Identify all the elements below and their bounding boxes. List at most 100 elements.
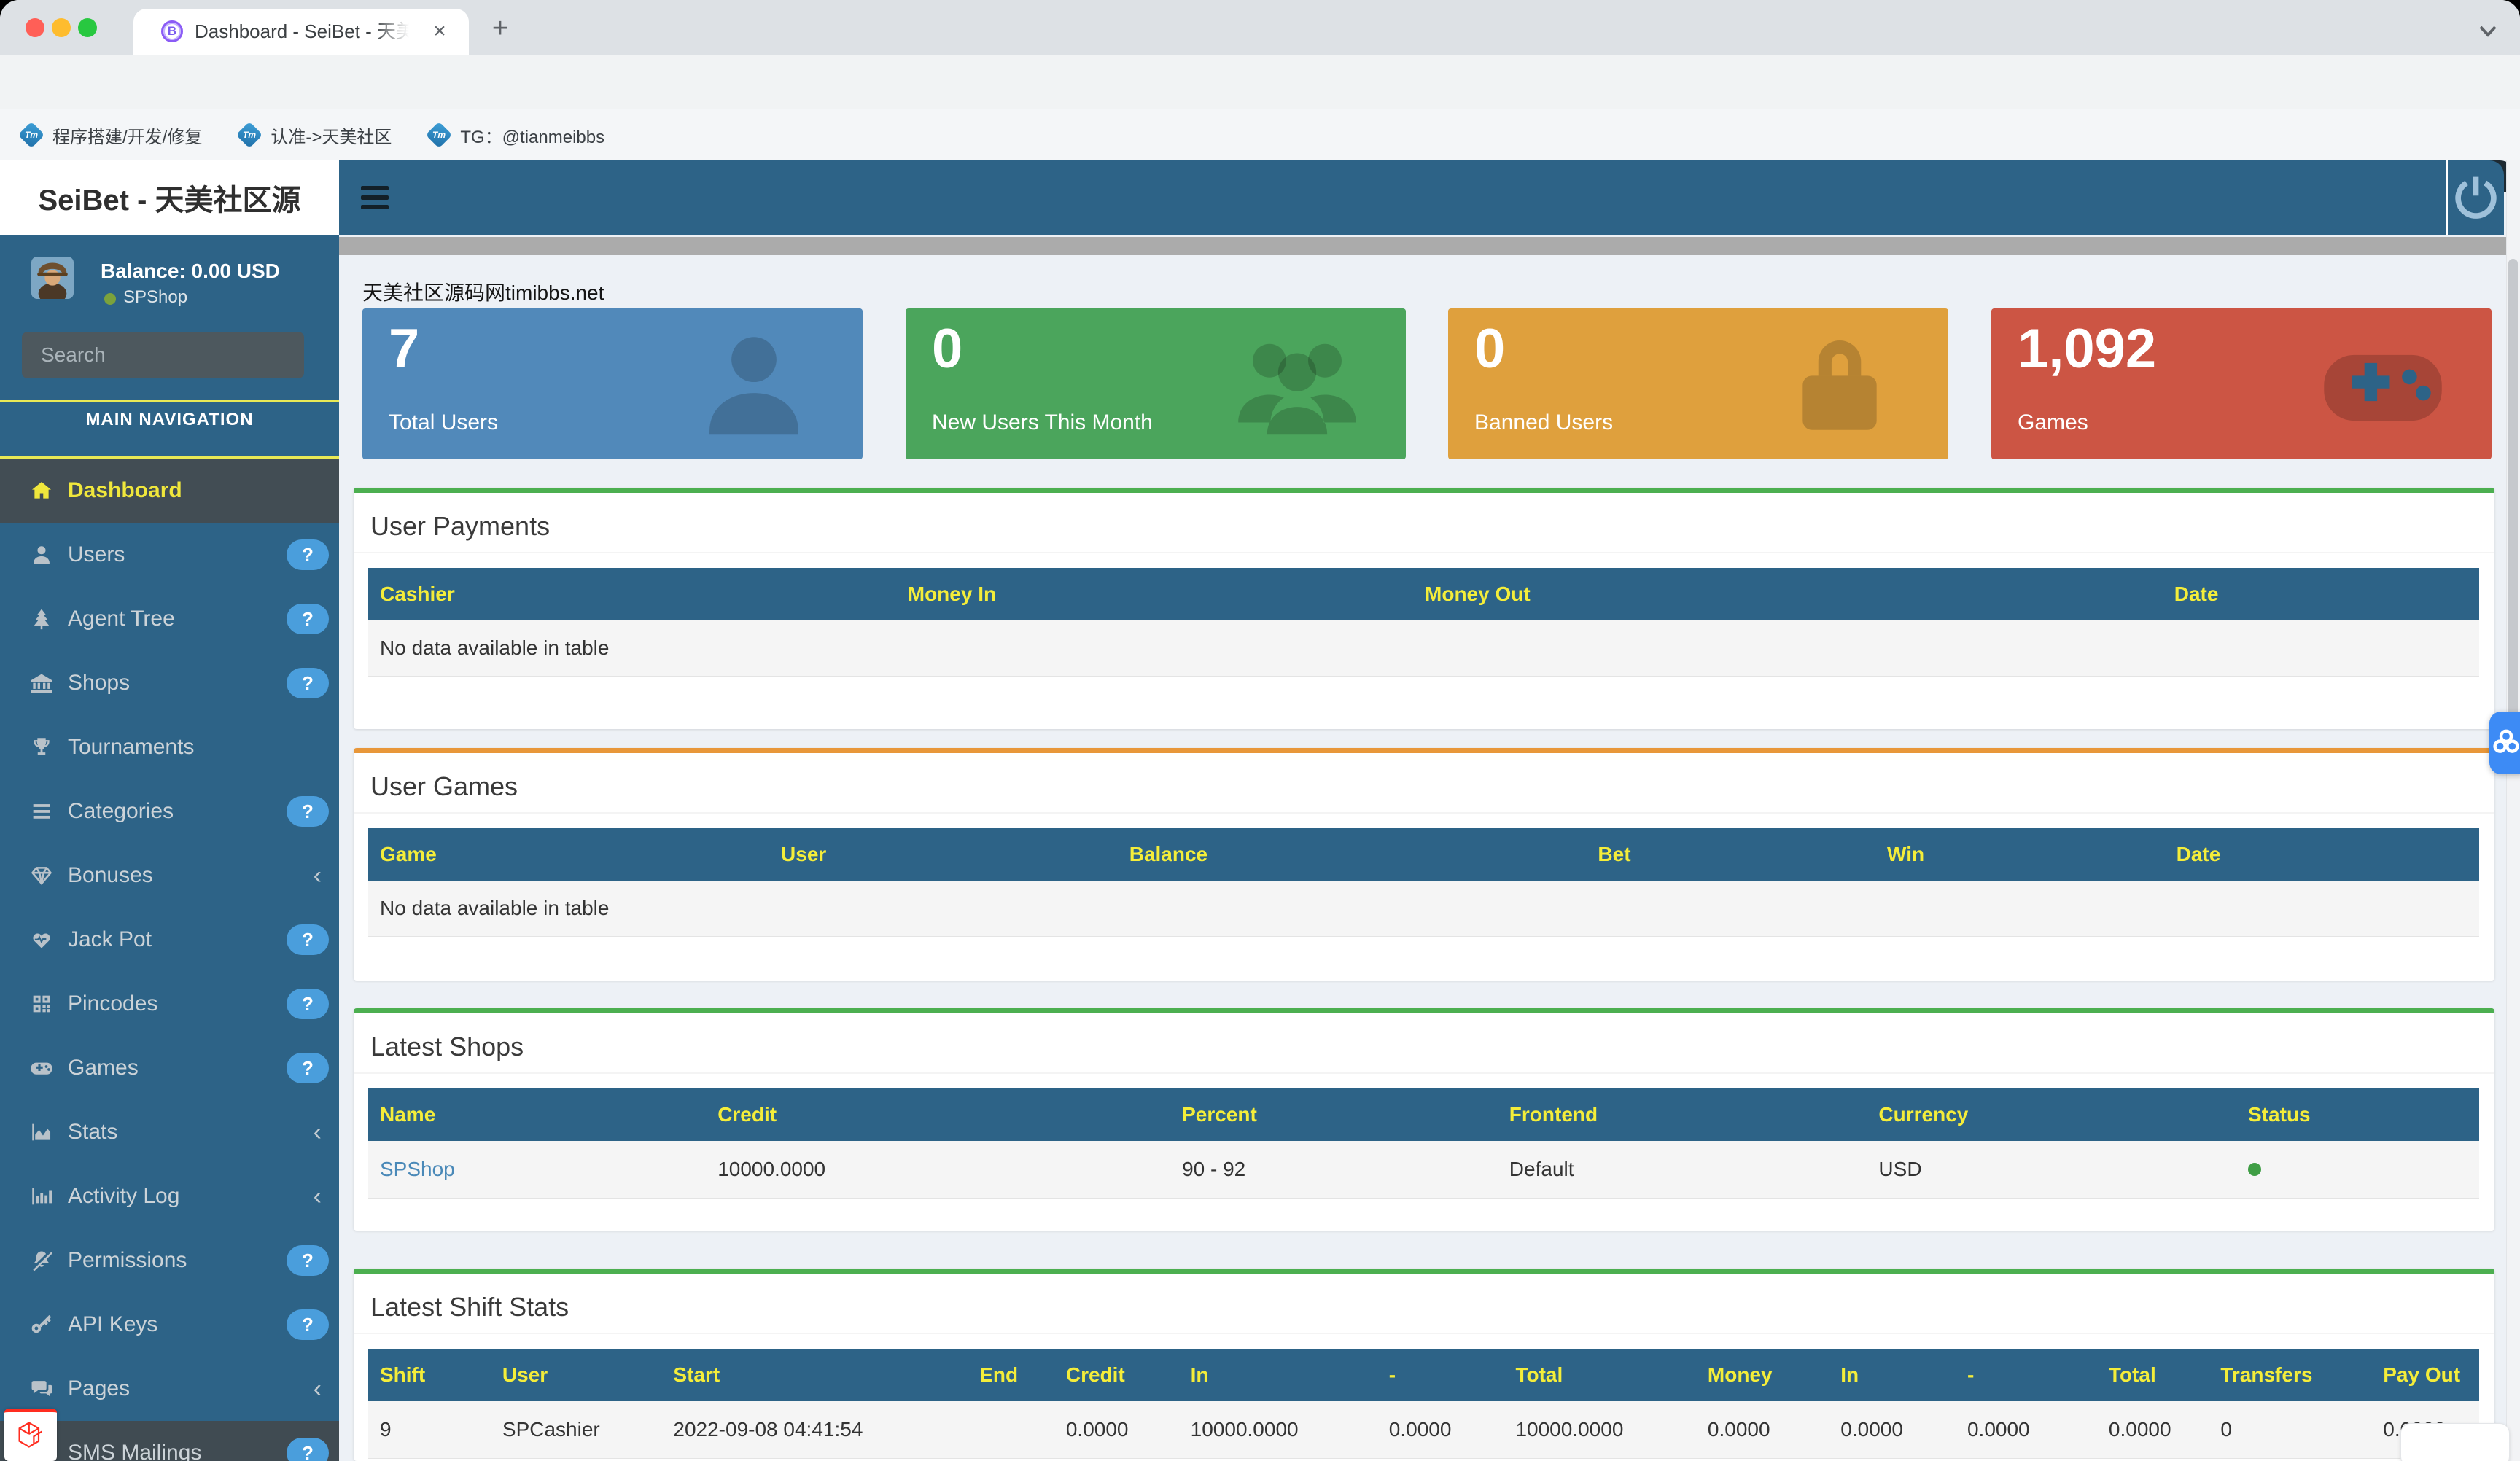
column-header: Pay Out — [2371, 1349, 2479, 1401]
panel-user-payments: User Payments CashierMoney InMoney OutDa… — [354, 488, 2494, 729]
help-badge[interactable]: ? — [287, 539, 329, 570]
shop-name-link[interactable]: SPShop — [380, 1158, 455, 1180]
sidebar-item[interactable]: Categories ? — [0, 779, 339, 844]
tab-close-icon[interactable]: × — [427, 19, 453, 45]
sidebar-item-icon — [29, 1056, 54, 1080]
sidebar-item-label: Pincodes — [68, 991, 158, 1016]
sidebar-item-icon — [29, 478, 54, 503]
sidebar-item-icon — [29, 1376, 54, 1401]
stat-value: 1,092 — [2018, 317, 2156, 381]
help-badge[interactable]: ? — [287, 1053, 329, 1083]
browser-tab[interactable]: B Dashboard - SeiBet - 天美社区 × — [133, 9, 469, 55]
shift-total: 10000.0000 — [1504, 1401, 1695, 1458]
status-dot — [2248, 1163, 2261, 1176]
sidebar-item[interactable]: Activity Log ‹ — [0, 1164, 339, 1228]
close-window-button[interactable] — [26, 18, 44, 37]
bookmarks-bar: Tm 程序搭建/开发/修复 Tm 认准->天美社区 Tm TG：@tianmei… — [0, 109, 2520, 160]
panel-title: User Games — [370, 771, 518, 802]
table-header-row: ShiftUserStartEndCreditIn-TotalMoneyIn-T… — [368, 1349, 2479, 1401]
help-badge[interactable]: ? — [287, 668, 329, 698]
floating-widget[interactable] — [2400, 1423, 2510, 1461]
sidebar-item[interactable]: Users ? — [0, 523, 339, 587]
sidebar-item-icon — [29, 991, 54, 1016]
tab-search-chevron-icon[interactable] — [2473, 16, 2502, 45]
sidebar-item-icon — [29, 735, 54, 760]
bookmark-item[interactable]: Tm 认准->天美社区 — [240, 122, 392, 148]
sidebar-item[interactable]: Jack Pot ? — [0, 908, 339, 972]
sidebar-item[interactable]: Agent Tree ? — [0, 587, 339, 651]
browser-toolbar: https://seibet.timibbs.vip/backend — [0, 55, 2520, 109]
column-header: Credit — [706, 1088, 1170, 1141]
help-badge[interactable]: ‹ — [314, 1120, 322, 1145]
bookmark-label: 程序搭建/开发/修复 — [52, 122, 202, 148]
help-badge[interactable]: ‹ — [314, 1184, 322, 1209]
shift-transfers: 0 — [2209, 1401, 2371, 1458]
logout-button[interactable] — [2448, 160, 2504, 235]
netdisk-extension-button[interactable] — [2489, 712, 2520, 774]
stat-label: Games — [2018, 410, 2088, 435]
sidebar-item[interactable]: Pincodes ? — [0, 972, 339, 1036]
stat-card-games: 1,092 Games — [1991, 308, 2492, 459]
column-header: Money — [1696, 1349, 1829, 1401]
stat-card-new-users: 0 New Users This Month — [906, 308, 1406, 459]
sidebar-item[interactable]: Stats ‹ — [0, 1100, 339, 1164]
column-header: Percent — [1170, 1088, 1498, 1141]
column-header: User — [769, 828, 1118, 881]
sidebar-item[interactable]: Dashboard — [0, 459, 339, 523]
tab-title: Dashboard - SeiBet - 天美社区 — [195, 9, 413, 55]
help-badge[interactable]: ? — [287, 1245, 329, 1276]
help-badge[interactable]: ? — [287, 924, 329, 955]
help-badge[interactable]: ‹ — [314, 863, 322, 888]
bookmark-item[interactable]: Tm TG：@tianmeibbs — [429, 122, 604, 148]
sidebar-item-label: Pages — [68, 1376, 130, 1401]
column-header: Money Out — [1413, 568, 2163, 620]
horizontal-scrollbar[interactable] — [339, 237, 2508, 255]
help-badge[interactable]: ? — [287, 796, 329, 827]
panel-shift-stats: Latest Shift Stats ShiftUserStartEndCred… — [354, 1269, 2494, 1461]
column-header: - — [1956, 1349, 2097, 1401]
search-input[interactable] — [22, 343, 304, 367]
bookmark-item[interactable]: Tm 程序搭建/开发/修复 — [22, 122, 202, 148]
sidebar-item-label: Bonuses — [68, 863, 153, 888]
panel-top-border — [354, 488, 2494, 493]
tab-strip: B Dashboard - SeiBet - 天美社区 × + — [0, 0, 2520, 55]
panel-latest-shops: Latest Shops NameCreditPercentFrontendCu… — [354, 1008, 2494, 1231]
main-content: 天美社区源码网timibbs.net 7 Total Users 0 New U… — [339, 255, 2506, 1461]
sidebar-item[interactable]: Shops ? — [0, 651, 339, 715]
minimize-window-button[interactable] — [52, 18, 71, 37]
panel-user-games: User Games GameUserBalanceBetWinDate No … — [354, 748, 2494, 981]
sidebar-item-label: Permissions — [68, 1248, 187, 1273]
bookmark-favicon: Tm — [426, 122, 453, 149]
help-badge[interactable]: ‹ — [314, 1376, 322, 1401]
bookmark-label: 认准->天美社区 — [271, 122, 392, 148]
sidebar-item[interactable]: Permissions ? — [0, 1228, 339, 1293]
sidebar-item[interactable]: Games ? — [0, 1036, 339, 1100]
bookmark-favicon: Tm — [18, 122, 45, 149]
help-badge[interactable]: ? — [287, 1438, 329, 1461]
sidebar-item-label: Shops — [68, 671, 130, 696]
new-tab-button[interactable]: + — [484, 13, 516, 45]
sidebar-item[interactable]: Bonuses ‹ — [0, 844, 339, 908]
sidebar-item-icon — [29, 863, 54, 888]
zoom-window-button[interactable] — [78, 18, 97, 37]
vertical-scrollbar-thumb[interactable] — [2508, 259, 2518, 733]
help-badge[interactable]: ? — [287, 989, 329, 1019]
column-header: Start — [661, 1349, 968, 1401]
sidebar-toggle-icon[interactable] — [361, 182, 389, 214]
sidebar-divider — [0, 400, 339, 402]
stat-label: New Users This Month — [932, 410, 1153, 435]
sidebar-item[interactable]: Tournaments — [0, 715, 339, 779]
column-header: User — [491, 1349, 661, 1401]
help-badge[interactable]: ? — [287, 1309, 329, 1340]
online-status-dot — [104, 293, 116, 305]
stat-card-banned-users: 0 Banned Users — [1448, 308, 1948, 459]
sidebar-nav: Dashboard Users ? Agent Tree ? — [0, 459, 339, 1461]
debugbar-toggle[interactable] — [4, 1409, 57, 1461]
sidebar-item[interactable]: API Keys ? — [0, 1293, 339, 1357]
column-header: End — [968, 1349, 1054, 1401]
help-badge[interactable]: ? — [287, 604, 329, 634]
panel-title: Latest Shops — [370, 1032, 524, 1062]
stat-card-total-users: 7 Total Users — [362, 308, 863, 459]
app-logo[interactable]: SeiBet - 天美社区源 — [0, 160, 339, 235]
app-logo-text: SeiBet - 天美社区源 — [38, 176, 300, 219]
